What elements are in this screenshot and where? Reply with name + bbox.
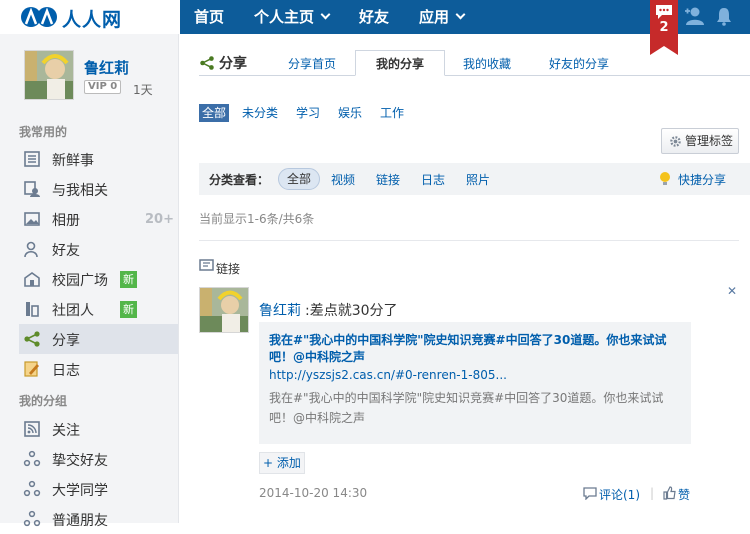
avatar-photo — [25, 51, 73, 99]
nav-profile[interactable]: 个人主页 — [254, 0, 331, 34]
message-notification-badge[interactable]: 2 — [650, 0, 678, 55]
action-separator: | — [650, 486, 655, 500]
post-author-avatar[interactable] — [199, 287, 249, 333]
nav-apps[interactable]: 应用 — [419, 0, 466, 34]
shared-link-card: 我在#"我心中的中国科学院"院史知识竞赛#中回答了30道题。你也来试试吧！@中科… — [259, 322, 691, 444]
section-heading-common: 我常用的 — [19, 125, 68, 139]
category-all[interactable]: 全部 — [199, 104, 230, 122]
post-text: :差点就30分了 — [305, 303, 398, 319]
category-work[interactable]: 工作 — [380, 104, 404, 122]
shared-link-url[interactable]: http://yszsjs2.cas.cn/#0-renren-1-805... — [269, 368, 507, 382]
rss-feed-icon — [24, 421, 40, 437]
tabs-divider — [199, 75, 750, 76]
sidebar-item-college-classmates[interactable]: 大学同学 — [19, 474, 178, 504]
category-study[interactable]: 学习 — [296, 104, 320, 122]
shared-link-title[interactable]: 我在#"我心中的中国科学院"院史知识竞赛#中回答了30道题。你也来试试吧！@中科… — [269, 332, 685, 366]
thumbs-up-icon — [663, 486, 676, 500]
sidebar-item-share[interactable]: 分享 — [19, 324, 178, 354]
sidebar-item-friends[interactable]: 好友 — [19, 234, 178, 264]
new-badge: 新 — [120, 271, 137, 288]
chat-bubble-icon — [656, 5, 672, 19]
avatar-photo — [200, 288, 248, 332]
lightbulb-icon — [660, 172, 670, 185]
sidebar-item-club-people[interactable]: 社团人 新 — [19, 294, 178, 324]
sidebar-item-ordinary-friends[interactable]: 普通朋友 — [19, 504, 178, 534]
sidebar-item-follow[interactable]: 关注 — [19, 414, 178, 444]
group-icon — [23, 510, 41, 527]
result-count: 当前显示1-6条/共6条 — [199, 212, 315, 226]
sidebar-item-campus-square[interactable]: 校园广场 新 — [19, 264, 178, 294]
tab-my-shares[interactable]: 我的分享 — [355, 50, 445, 76]
add-tag-button[interactable]: + 添加 — [259, 452, 305, 474]
share-icon — [200, 56, 214, 70]
photo-album-icon — [24, 212, 40, 226]
filter-video[interactable]: 视频 — [331, 171, 355, 188]
top-navigation-bar: 人人网 首页 个人主页 好友 应用 2 — [0, 0, 750, 55]
content-divider — [199, 240, 739, 241]
friend-request-icon[interactable] — [684, 6, 706, 26]
tab-my-favorites[interactable]: 我的收藏 — [463, 55, 511, 72]
vip-badge[interactable]: VIP 0 — [84, 80, 122, 94]
user-name[interactable]: 鲁红莉 — [84, 57, 129, 78]
chevron-down-icon — [320, 9, 331, 20]
sidebar-item-blog[interactable]: 日志 — [19, 354, 178, 384]
section-heading-groups: 我的分组 — [19, 394, 68, 408]
renren-logo[interactable]: 人人网 — [0, 0, 180, 34]
left-sidebar: 鲁红莉 VIP 0 1天 我常用的 新鲜事 与我相关 相册 20+ 好友 校园广… — [0, 34, 179, 529]
renren-logo-icon — [21, 7, 57, 27]
nav-home[interactable]: 首页 — [194, 0, 224, 34]
category-uncategorized[interactable]: 未分类 — [242, 104, 278, 122]
post-author-name[interactable]: 鲁红莉 — [259, 300, 301, 320]
vip-days: 1天 — [133, 83, 153, 97]
link-type-icon — [199, 259, 214, 271]
campus-icon — [24, 272, 40, 287]
gear-icon — [670, 136, 681, 147]
filter-photo[interactable]: 照片 — [466, 171, 490, 188]
category-entertainment[interactable]: 娱乐 — [338, 104, 362, 122]
new-badge: 新 — [120, 301, 137, 318]
filter-label: 分类查看： — [209, 173, 270, 187]
sidebar-item-related-to-me[interactable]: 与我相关 — [19, 174, 178, 204]
filter-link[interactable]: 链接 — [376, 171, 400, 188]
filter-all[interactable]: 全部 — [278, 168, 321, 190]
club-icon — [26, 302, 39, 317]
related-person-icon — [24, 181, 40, 197]
logo-text: 人人网 — [62, 9, 123, 31]
blog-pencil-icon — [24, 361, 39, 377]
news-feed-icon — [24, 151, 40, 167]
avatar[interactable] — [24, 50, 74, 100]
nav-friends[interactable]: 好友 — [359, 0, 389, 34]
album-count: 20+ — [145, 212, 174, 227]
manage-tags-button[interactable]: 管理标签 — [661, 128, 739, 154]
friends-icon — [24, 241, 38, 258]
group-icon — [23, 450, 41, 467]
filter-bar: 分类查看： 全部 视频 链接 日志 照片 快捷分享 — [199, 163, 750, 195]
sidebar-item-close-friends[interactable]: 挚交好友 — [19, 444, 178, 474]
comment-icon — [583, 487, 597, 500]
post-timestamp: 2014-10-20 14:30 — [259, 486, 368, 500]
shared-link-description: 我在#"我心中的中国科学院"院史知识竞赛#中回答了30道题。你也来试试吧！@中科… — [269, 391, 664, 425]
close-icon[interactable]: ✕ — [727, 284, 737, 298]
bell-icon[interactable] — [714, 6, 734, 26]
sidebar-item-news-feed[interactable]: 新鲜事 — [19, 144, 178, 174]
share-icon — [24, 331, 40, 347]
group-icon — [23, 480, 41, 497]
chevron-down-icon — [455, 9, 466, 20]
tab-friends-shares[interactable]: 好友的分享 — [549, 55, 609, 72]
filter-blog[interactable]: 日志 — [421, 171, 445, 188]
message-count: 2 — [659, 20, 669, 35]
tab-share-home[interactable]: 分享首页 — [288, 55, 336, 72]
sidebar-item-albums[interactable]: 相册 20+ — [19, 204, 178, 234]
